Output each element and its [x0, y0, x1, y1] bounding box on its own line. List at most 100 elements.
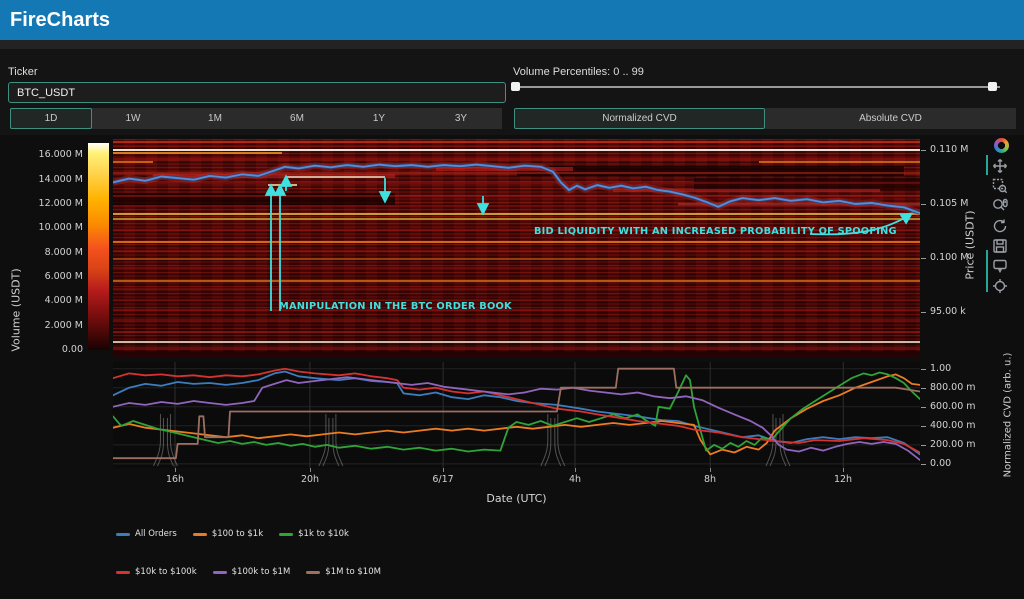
header-sub-strip	[0, 40, 1024, 49]
range-button-1d[interactable]: 1D	[10, 108, 92, 129]
legend-label: $10k to $100k	[135, 567, 197, 577]
volume-colorbar	[88, 143, 109, 350]
date-tick-mark	[310, 468, 311, 472]
legend-item[interactable]: $10k to $100k	[116, 567, 197, 577]
cvd-tick-label: 600.00 m	[930, 401, 976, 412]
price-tick-label: 0.110 M	[930, 144, 968, 155]
price-axis-label: Price (USDT)	[964, 210, 977, 279]
date-tick-label: 20h	[288, 474, 332, 485]
bokeh-logo-icon[interactable]	[994, 138, 1009, 153]
cvd-tick-mark	[921, 407, 926, 408]
range-button-1w[interactable]: 1W	[92, 108, 174, 129]
app-title: FireCharts	[0, 0, 1024, 40]
date-tick-mark	[843, 468, 844, 472]
legend-swatch	[279, 533, 293, 536]
range-button-6m[interactable]: 6M	[256, 108, 338, 129]
volume-axis-label: Volume (USDT)	[10, 268, 23, 351]
heatmap-annotation-text: MANIPULATION IN THE BTC ORDER BOOK	[279, 301, 512, 312]
cvd-tick-label: 400.00 m	[930, 420, 976, 431]
session-marker	[319, 414, 343, 466]
range-button-group: 1D 1W 1M 6M 1Y 3Y	[10, 108, 502, 129]
legend-swatch	[193, 533, 207, 536]
legend-item[interactable]: All Orders	[116, 529, 177, 539]
cvd-tick-mark	[921, 445, 926, 446]
date-tick-mark	[575, 468, 576, 472]
legend-item[interactable]: $1M to $10M	[306, 567, 381, 577]
price-tick-mark	[921, 258, 926, 259]
cvd-series--100k-to-1m	[113, 377, 920, 460]
ticker-label: Ticker	[8, 66, 38, 78]
date-tick-mark	[443, 468, 444, 472]
x-axis-label: Date (UTC)	[113, 492, 920, 505]
cvd-tick-label: 1.00	[930, 363, 951, 374]
cvd-tick-label: 200.00 m	[930, 439, 976, 450]
cvd-tick-label: 800.00 m	[930, 382, 976, 393]
date-tick-mark	[710, 468, 711, 472]
range-button-1y[interactable]: 1Y	[338, 108, 420, 129]
date-tick-mark	[175, 468, 176, 472]
cvd-tick-mark	[921, 369, 926, 370]
reset-tool-icon[interactable]	[992, 217, 1014, 234]
legend-label: $1k to $10k	[298, 529, 349, 539]
legend-label: $100 to $1k	[212, 529, 263, 539]
range-button-1m[interactable]: 1M	[174, 108, 256, 129]
volume-percentiles-label: Volume Percentiles: 0 .. 99	[513, 66, 644, 78]
wheel-zoom-tool-icon[interactable]	[992, 197, 1014, 214]
price-tick-mark	[921, 204, 926, 205]
legend-swatch	[116, 533, 130, 536]
volume-percentile-slider[interactable]	[511, 82, 1000, 92]
cvd-mode-group: Normalized CVD Absolute CVD	[514, 108, 1016, 129]
price-tick-label: 95.00 k	[930, 306, 966, 317]
legend-label: All Orders	[135, 529, 177, 539]
legend-item[interactable]: $1k to $10k	[279, 529, 349, 539]
volume-tick-label: 10.000 M	[2, 222, 83, 233]
legend-row-1: All Orders $100 to $1k $1k to $10k	[116, 529, 349, 539]
orderbook-heatmap[interactable]: BID LIQUIDITY WITH AN INCREASED PROBABIL…	[113, 139, 920, 352]
cvd-tick-label: 0.00	[930, 458, 951, 469]
legend-item[interactable]: $100 to $1k	[193, 529, 263, 539]
ticker-input[interactable]	[8, 82, 506, 103]
pan-tool-icon[interactable]	[992, 157, 1014, 174]
legend-row-2: $10k to $100k $100k to $1M $1M to $10M	[116, 567, 381, 577]
volume-tick-label: 16.000 M	[2, 149, 83, 160]
crosshair-tool-icon[interactable]	[992, 277, 1014, 294]
price-tick-mark	[921, 150, 926, 151]
price-tick-mark	[921, 312, 926, 313]
box-zoom-tool-icon[interactable]	[992, 177, 1014, 194]
legend-item[interactable]: $100k to $1M	[213, 567, 291, 577]
plot-toolbar	[988, 138, 1018, 297]
cvd-tick-mark	[921, 464, 926, 465]
date-tick-label: 16h	[153, 474, 197, 485]
active-tool-bar-inspect	[986, 250, 988, 292]
range-button-3y[interactable]: 3Y	[420, 108, 502, 129]
normalized-cvd-button[interactable]: Normalized CVD	[514, 108, 765, 129]
price-tick-label: 0.105 M	[930, 198, 968, 209]
save-tool-icon[interactable]	[992, 237, 1014, 254]
heatmap-overlay-svg: BID LIQUIDITY WITH AN INCREASED PROBABIL…	[113, 139, 920, 352]
slider-handle-low[interactable]	[511, 82, 520, 91]
date-tick-label: 12h	[821, 474, 865, 485]
slider-handle-high[interactable]	[988, 82, 997, 91]
slider-track[interactable]	[511, 86, 1000, 88]
legend-label: $100k to $1M	[232, 567, 291, 577]
volume-tick-label: 12.000 M	[2, 198, 83, 209]
volume-tick-label: 14.000 M	[2, 174, 83, 185]
date-tick-label: 4h	[553, 474, 597, 485]
hover-tool-icon[interactable]	[992, 257, 1014, 274]
heatmap-annotation-text: BID LIQUIDITY WITH AN INCREASED PROBABIL…	[534, 226, 897, 237]
firecharts-app: FireCharts Ticker Volume Percentiles: 0 …	[0, 0, 1024, 599]
cvd-axis-label: Normalized CVD (arb. u.)	[1003, 353, 1014, 478]
legend-swatch	[306, 571, 320, 574]
cvd-chart[interactable]	[113, 362, 920, 468]
legend-swatch	[213, 571, 227, 574]
heatmap-bottom-strip	[113, 352, 920, 357]
legend-label: $1M to $10M	[325, 567, 381, 577]
date-tick-label: 8h	[688, 474, 732, 485]
absolute-cvd-button[interactable]: Absolute CVD	[765, 108, 1016, 129]
volume-tick-label: 8.000 M	[2, 247, 83, 258]
cvd-tick-mark	[921, 388, 926, 389]
active-tool-bar-pan	[986, 155, 988, 175]
legend-swatch	[116, 571, 130, 574]
header-bar: FireCharts	[0, 0, 1024, 40]
cvd-chart-svg	[113, 362, 920, 468]
